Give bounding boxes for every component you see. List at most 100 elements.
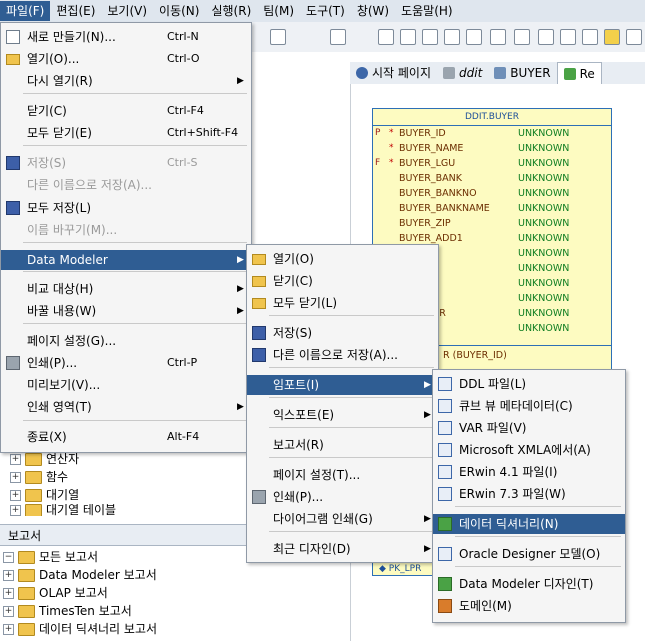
column-name: BUYER_BANKNAME [399, 203, 490, 214]
expand-icon[interactable]: + [10, 504, 21, 516]
menu-item[interactable]: 보고서(R) [247, 435, 438, 455]
tree-item[interactable]: + 대기열 [10, 486, 116, 504]
menu-item[interactable]: 닫기(C) Ctrl-F4 [1, 101, 251, 121]
tree-item[interactable]: + OLAP 보고서 [3, 584, 157, 602]
tab-start-page[interactable]: 시작 페이지 [350, 62, 437, 84]
menu-item[interactable]: Data Modeler 디자인(T) [433, 574, 625, 594]
menu-item[interactable]: 큐브 뷰 메타데이터(C) [433, 396, 625, 416]
menu-run[interactable]: 실행(R) [205, 1, 257, 21]
menu-help[interactable]: 도움말(H) [395, 1, 459, 21]
expand-icon[interactable]: + [10, 489, 21, 501]
expand-icon[interactable]: − [3, 551, 14, 563]
menu-item[interactable]: 임포트(I) ▶ [247, 375, 438, 395]
menu-item[interactable]: 익스포트(E) ▶ [247, 405, 438, 425]
menu-item[interactable]: 미리보기(V)... [1, 375, 251, 395]
close-folder-icon [252, 276, 266, 287]
menu-item[interactable]: 다른 이름으로 저장(A)... [1, 175, 251, 195]
menu-item[interactable]: 다시 열기(R) ▶ [1, 71, 251, 91]
tab-buyer[interactable]: BUYER [488, 62, 556, 84]
sql-icon[interactable] [270, 29, 286, 45]
menu-item[interactable]: 인쇄(P)... [247, 487, 438, 507]
menu-item[interactable]: 저장(S) [247, 323, 438, 343]
menu-item[interactable]: 데이터 딕셔너리(N) [433, 514, 625, 534]
table-icon[interactable] [400, 29, 416, 45]
menu-item[interactable]: 바꿀 내용(W) ▶ [1, 301, 251, 321]
expand-icon[interactable]: + [3, 623, 14, 635]
entity-column[interactable]: BUYER_BANKNAME UNKNOWN [373, 201, 611, 216]
menu-item[interactable]: ERwin 7.3 파일(W) [433, 484, 625, 504]
menu-item[interactable]: VAR 파일(V) [433, 418, 625, 438]
oracle-designer-icon [438, 547, 452, 561]
submenu-arrow-icon: ▶ [237, 76, 244, 86]
menu-item[interactable]: 페이지 설정(G)... [1, 331, 251, 351]
menu-item[interactable]: 인쇄(P)... Ctrl-P [1, 353, 251, 373]
menu-item[interactable]: 다른 이름으로 저장(A)... [247, 345, 438, 365]
menu-file[interactable]: 파일(F) [0, 1, 51, 21]
menu-item[interactable]: Microsoft XMLA에서(A) [433, 440, 625, 460]
menu-item[interactable]: 새로 만들기(N)... Ctrl-N [1, 27, 251, 47]
expand-icon[interactable]: + [3, 569, 14, 581]
relation3-icon[interactable] [582, 29, 598, 45]
tab-relational[interactable]: Re [556, 62, 602, 85]
tree-item[interactable]: + 대기열 테이블 [10, 504, 116, 516]
entity-column[interactable]: BUYER_BANK UNKNOWN [373, 171, 611, 186]
tree-item[interactable]: + 데이터 딕셔너리 보고서 [3, 620, 157, 638]
menu-item-label: Oracle Designer 모델(O) [459, 547, 601, 561]
menu-item[interactable]: 도메인(M) [433, 596, 625, 616]
expand-icon[interactable]: + [10, 471, 21, 483]
menu-item[interactable]: 인쇄 영역(T) ▶ [1, 397, 251, 417]
menu-item[interactable]: 모두 저장(L) [1, 198, 251, 218]
menu-item[interactable]: Data Modeler ▶ [1, 250, 251, 270]
entity-column[interactable]: P * BUYER_ID UNKNOWN [373, 126, 611, 141]
note-icon[interactable] [604, 29, 620, 45]
menu-navigate[interactable]: 이동(N) [153, 1, 205, 21]
menu-view[interactable]: 보기(V) [101, 1, 153, 21]
expand-icon[interactable]: + [3, 605, 14, 617]
binoculars-icon[interactable] [330, 29, 346, 45]
menu-item[interactable]: DDL 파일(L) [433, 374, 625, 394]
key-icon[interactable] [490, 29, 506, 45]
menu-item[interactable]: 저장(S) Ctrl-S [1, 153, 251, 173]
merge-icon[interactable] [466, 29, 482, 45]
menu-item-label: ERwin 4.1 파일(I) [459, 465, 558, 479]
tab-ddit[interactable]: ddit [437, 62, 488, 84]
menu-team[interactable]: 팀(M) [257, 1, 300, 21]
menu-item[interactable]: ERwin 4.1 파일(I) [433, 462, 625, 482]
mandatory-flag: * [389, 143, 394, 153]
menu-item[interactable]: 다이어그램 인쇄(G) ▶ [247, 509, 438, 529]
menu-item[interactable]: 모두 닫기(L) [247, 293, 438, 313]
menu-item[interactable]: 이름 바꾸기(M)... [1, 220, 251, 240]
tree-item[interactable]: + 함수 [10, 468, 116, 486]
expand-icon[interactable]: + [10, 453, 21, 465]
entity-column[interactable]: BUYER_BANKNO UNKNOWN [373, 186, 611, 201]
entity-column[interactable]: F * BUYER_LGU UNKNOWN [373, 156, 611, 171]
menu-item[interactable]: 닫기(C) [247, 271, 438, 291]
save-icon [6, 156, 20, 170]
menu-item[interactable]: 열기(O)... Ctrl-O [1, 49, 251, 69]
relation-icon[interactable] [538, 29, 554, 45]
menu-item[interactable]: 종료(X) Alt-F4 [1, 427, 251, 447]
cursor-icon[interactable] [378, 29, 394, 45]
menu-item[interactable]: Oracle Designer 모델(O) [433, 544, 625, 564]
arrow-icon[interactable] [514, 29, 530, 45]
picture-icon[interactable] [626, 29, 642, 45]
menu-item[interactable]: 페이지 설정(T)... [247, 465, 438, 485]
menu-edit[interactable]: 편집(E) [50, 1, 101, 21]
relation2-icon[interactable] [560, 29, 576, 45]
menu-item[interactable]: 열기(O) [247, 249, 438, 269]
split-icon[interactable] [444, 29, 460, 45]
entity-column[interactable]: BUYER_ZIP UNKNOWN [373, 216, 611, 231]
menu-item[interactable]: 모두 닫기(E) Ctrl+Shift-F4 [1, 123, 251, 143]
tree-item[interactable]: + Data Modeler 보고서 [3, 566, 157, 584]
folder-icon [25, 470, 42, 484]
entity-column[interactable]: * BUYER_NAME UNKNOWN [373, 141, 611, 156]
menu-tools[interactable]: 도구(T) [300, 1, 351, 21]
expand-icon[interactable]: + [3, 587, 14, 599]
tree-item[interactable]: − 모든 보고서 [3, 548, 157, 566]
view-icon[interactable] [422, 29, 438, 45]
menu-item[interactable]: 최근 디자인(D) ▶ [247, 539, 438, 559]
menu-separator [269, 531, 434, 532]
tree-item[interactable]: + TimesTen 보고서 [3, 602, 157, 620]
menu-item[interactable]: 비교 대상(H) ▶ [1, 279, 251, 299]
menu-window[interactable]: 창(W) [351, 1, 395, 21]
